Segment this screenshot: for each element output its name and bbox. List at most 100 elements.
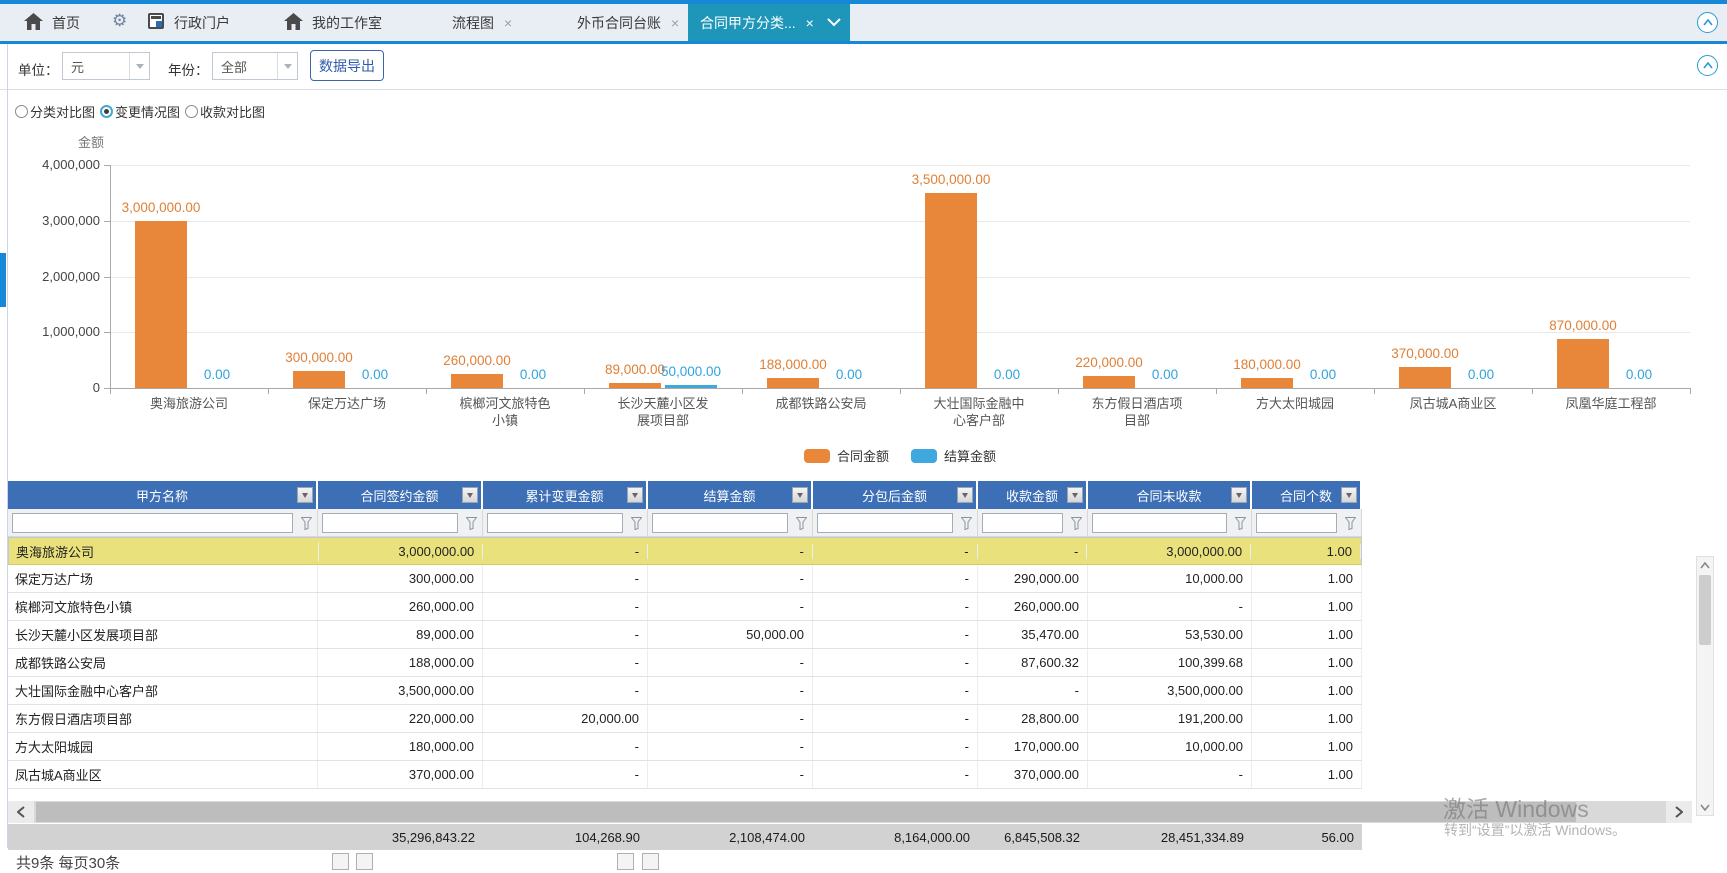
cell-amount: 1.00 [1252,621,1362,648]
chevron-down-icon [962,493,968,498]
pagination-button[interactable] [332,853,349,870]
filter-icon[interactable] [301,517,312,535]
column-filter-input[interactable] [12,513,293,533]
table-row[interactable]: 方大太阳城园180,000.00---170,000.0010,000.001.… [8,733,1362,761]
bar-value-label: 0.00 [779,367,919,385]
x-tick-mark [1058,388,1059,394]
column-filter-dropdown-button[interactable] [1231,487,1247,503]
table-row[interactable]: 槟榔河文旅特色小镇260,000.00---260,000.00-1.00 [8,593,1362,621]
table-row[interactable]: 凤古城A商业区370,000.00---370,000.00-1.00 [8,761,1362,789]
pagination-button[interactable] [642,853,659,870]
scroll-left-button[interactable] [8,801,34,823]
pagination-button[interactable] [617,853,634,870]
table-row[interactable]: 保定万达广场300,000.00---290,000.0010,000.001.… [8,565,1362,593]
totals-cell: 35,296,843.22 [318,824,483,850]
filter-icon[interactable] [631,517,642,535]
grid-header-cell[interactable]: 结算金额 [648,481,813,509]
vertical-scrollbar[interactable] [1696,556,1714,816]
column-filter-dropdown-button[interactable] [957,487,973,503]
x-category-label: 大壮国际金融中心客户部 [933,396,1025,430]
cell-amount: - [483,677,648,704]
cell-amount: 180,000.00 [318,733,483,760]
x-category-label: 方大太阳城园 [1249,396,1341,413]
cell-amount: 370,000.00 [978,761,1088,788]
column-filter-input[interactable] [1092,513,1227,533]
gridline [110,221,1690,222]
x-tick-mark [742,388,743,394]
cell-party-name: 成都铁路公安局 [8,649,318,676]
grid-header-label: 收款金额 [1006,486,1058,505]
filter-icon[interactable] [1345,517,1356,535]
legend-label: 结算金额 [944,446,996,465]
x-tick-mark [1216,388,1217,394]
filter-icon[interactable] [796,517,807,535]
y-tick-label: 0 [8,380,100,396]
column-filter-dropdown-button[interactable] [627,487,643,503]
cell-amount: 220,000.00 [318,705,483,732]
y-tick-label: 3,000,000 [8,213,100,229]
table-row[interactable]: 东方假日酒店项目部220,000.0020,000.00--28,800.001… [8,705,1362,733]
cell-amount: - [483,593,648,620]
column-filter-input[interactable] [817,513,953,533]
bar-value-label: 0.00 [1411,367,1551,385]
scroll-up-button[interactable] [1697,557,1713,573]
scrollbar-thumb[interactable] [36,802,1576,822]
chart-legend: 合同金额 结算金额 [110,446,1690,465]
gridline [110,277,1690,278]
table-row[interactable]: 大壮国际金融中心客户部3,500,000.00----3,500,000.001… [8,677,1362,705]
grid-header-cell[interactable]: 分包后金额 [813,481,978,509]
cell-amount: - [648,593,813,620]
gridline [110,332,1690,333]
filter-icon[interactable] [466,517,477,535]
column-filter-input[interactable] [982,513,1063,533]
cell-amount: - [813,705,978,732]
cell-amount: - [978,544,1088,559]
column-filter-input[interactable] [652,513,788,533]
column-filter-dropdown-button[interactable] [792,487,808,503]
scroll-right-button[interactable] [1666,801,1692,823]
column-filter-input[interactable] [1256,513,1337,533]
pagination-button[interactable] [356,853,373,870]
cell-amount: 1.00 [1252,705,1362,732]
data-grid: 甲方名称合同签约金额累计变更金额结算金额分包后金额收款金额合同未收款合同个数奥海… [8,481,1362,789]
grid-header-cell[interactable]: 合同个数 [1252,481,1362,509]
scroll-down-button[interactable] [1697,799,1713,815]
grid-header-cell[interactable]: 甲方名称 [8,481,318,509]
table-row[interactable]: 长沙天麓小区发展项目部89,000.00-50,000.00-35,470.00… [8,621,1362,649]
legend-item[interactable]: 合同金额 [804,446,889,465]
scrollbar-thumb[interactable] [1699,575,1711,645]
filter-icon[interactable] [1235,517,1246,535]
filter-icon[interactable] [1071,517,1082,535]
cell-amount: - [813,621,978,648]
column-filter-dropdown-button[interactable] [1067,487,1083,503]
windows-activation-watermark-sub: 转到“设置”以激活 Windows。 [1444,820,1626,840]
table-row[interactable]: 成都铁路公安局188,000.00---87,600.32100,399.681… [8,649,1362,677]
table-row[interactable]: 奥海旅游公司3,000,000.00----3,000,000.001.00 [8,537,1362,565]
cell-amount: 3,000,000.00 [319,544,484,559]
column-filter-input[interactable] [322,513,458,533]
cell-party-name: 东方假日酒店项目部 [8,705,318,732]
grid-header-cell[interactable]: 合同签约金额 [318,481,483,509]
cell-party-name: 长沙天麓小区发展项目部 [8,621,318,648]
column-filter-dropdown-button[interactable] [297,487,313,503]
grid-filter-cell [978,509,1088,536]
grid-header-cell[interactable]: 累计变更金额 [483,481,648,509]
cell-amount: - [1088,761,1252,788]
cell-party-name: 大壮国际金融中心客户部 [8,677,318,704]
column-filter-dropdown-button[interactable] [1341,487,1357,503]
cell-amount: - [648,677,813,704]
column-filter-dropdown-button[interactable] [462,487,478,503]
grid-header-cell[interactable]: 收款金额 [978,481,1088,509]
bar-value-label: 3,500,000.00 [881,172,1021,190]
grid-header-label: 结算金额 [703,486,755,505]
horizontal-scrollbar[interactable] [8,801,1692,823]
cell-amount: - [483,649,648,676]
x-category-label: 奥海旅游公司 [143,396,235,413]
sidebar-handle[interactable] [0,253,6,307]
legend-item[interactable]: 结算金额 [911,446,996,465]
grid-header-cell[interactable]: 合同未收款 [1088,481,1252,509]
column-filter-input[interactable] [487,513,623,533]
totals-cell: 28,451,334.89 [1088,824,1252,850]
filter-icon[interactable] [961,517,972,535]
cell-amount: 191,200.00 [1088,705,1252,732]
